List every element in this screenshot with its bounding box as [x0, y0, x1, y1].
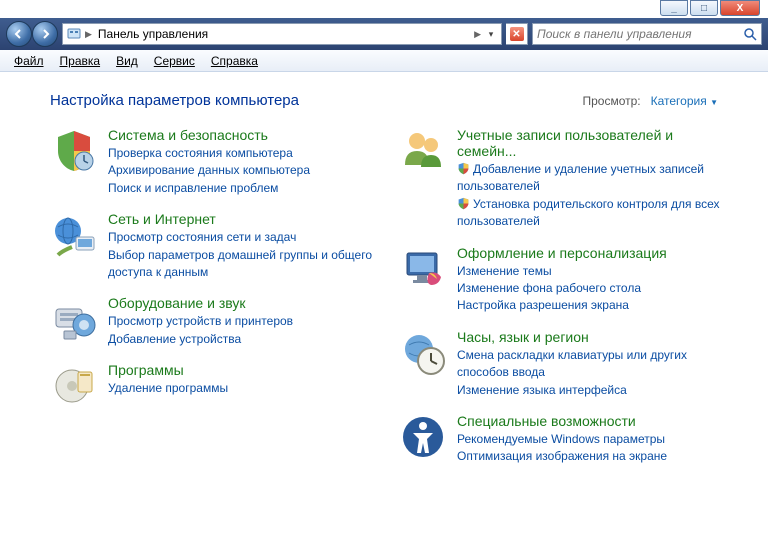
navigation-bar: ▶ Панель управления ▶ ▾ ✕: [0, 18, 768, 50]
breadcrumb-separator[interactable]: ▶: [472, 29, 483, 40]
control-panel-icon: [65, 25, 83, 43]
category-link[interactable]: Изменение фона рабочего стола: [457, 280, 728, 297]
ico-system-icon[interactable]: [50, 127, 98, 175]
category-link[interactable]: Изменение темы: [457, 263, 728, 280]
category-link[interactable]: Добавление устройства: [108, 331, 379, 348]
arrow-left-icon: [13, 28, 25, 40]
uac-shield-icon: [457, 162, 470, 175]
maximize-button[interactable]: □: [690, 0, 718, 16]
ico-users-icon[interactable]: [399, 127, 447, 175]
menu-file[interactable]: Файл: [6, 52, 52, 70]
category-title[interactable]: Система и безопасность: [108, 127, 379, 143]
category-block: Часы, язык и регион Смена раскладки клави…: [399, 329, 728, 399]
search-icon[interactable]: [743, 27, 757, 41]
category-block: Система и безопасность Проверка состояния…: [50, 127, 379, 197]
category-link[interactable]: Установка родительского контроля для все…: [457, 196, 728, 231]
ico-hardware-icon[interactable]: [50, 295, 98, 343]
category-title[interactable]: Оформление и персонализация: [457, 245, 728, 261]
ico-network-icon[interactable]: [50, 211, 98, 259]
category-title[interactable]: Часы, язык и регион: [457, 329, 728, 345]
category-link[interactable]: Удаление программы: [108, 380, 379, 397]
category-link[interactable]: Архивирование данных компьютера: [108, 162, 379, 179]
search-input[interactable]: [537, 27, 743, 41]
category-link[interactable]: Просмотр устройств и принтеров: [108, 313, 379, 330]
category-link[interactable]: Смена раскладки клавиатуры или других сп…: [457, 347, 728, 382]
close-button[interactable]: X: [720, 0, 760, 16]
refresh-stop-button[interactable]: ✕: [506, 23, 528, 45]
ico-clock-icon[interactable]: [399, 329, 447, 377]
category-block: Учетные записи пользователей и семейн...…: [399, 127, 728, 231]
address-bar[interactable]: ▶ Панель управления ▶ ▾: [62, 23, 502, 45]
category-title[interactable]: Специальные возможности: [457, 413, 728, 429]
ico-personalize-icon[interactable]: [399, 245, 447, 293]
stop-x-icon: ✕: [510, 27, 524, 41]
category-link[interactable]: Просмотр состояния сети и задач: [108, 229, 379, 246]
category-link[interactable]: Настройка разрешения экрана: [457, 297, 728, 314]
address-dropdown[interactable]: ▾: [483, 29, 499, 40]
category-title[interactable]: Программы: [108, 362, 379, 378]
chevron-down-icon: ▼: [710, 98, 718, 107]
category-title[interactable]: Учетные записи пользователей и семейн...: [457, 127, 728, 159]
menu-view[interactable]: Вид: [108, 52, 146, 70]
category-link[interactable]: Добавление и удаление учетных записей по…: [457, 161, 728, 196]
ico-access-icon[interactable]: [399, 413, 447, 461]
category-title[interactable]: Оборудование и звук: [108, 295, 379, 311]
category-block: Оборудование и звук Просмотр устройств и …: [50, 295, 379, 348]
category-link[interactable]: Рекомендуемые Windows параметры: [457, 431, 728, 448]
view-by-selector[interactable]: Просмотр: Категория ▼: [582, 94, 718, 108]
back-button[interactable]: [6, 21, 32, 47]
category-link[interactable]: Проверка состояния компьютера: [108, 145, 379, 162]
category-block: Сеть и Интернет Просмотр состояния сети и…: [50, 211, 379, 281]
category-block: Программы Удаление программы: [50, 362, 379, 410]
category-title[interactable]: Сеть и Интернет: [108, 211, 379, 227]
category-link[interactable]: Оптимизация изображения на экране: [457, 448, 728, 465]
content-area: Настройка параметров компьютера Просмотр…: [0, 72, 768, 533]
menu-help[interactable]: Справка: [203, 52, 266, 70]
category-link[interactable]: Изменение языка интерфейса: [457, 382, 728, 399]
menu-bar: Файл Правка Вид Сервис Справка: [0, 50, 768, 72]
category-link[interactable]: Выбор параметров домашней группы и общег…: [108, 247, 379, 282]
uac-shield-icon: [457, 197, 470, 210]
breadcrumb-location[interactable]: Панель управления: [94, 27, 472, 41]
menu-tools[interactable]: Сервис: [146, 52, 203, 70]
category-link[interactable]: Поиск и исправление проблем: [108, 180, 379, 197]
menu-edit[interactable]: Правка: [52, 52, 109, 70]
minimize-button[interactable]: _: [660, 0, 688, 16]
category-block: Оформление и персонализация Изменение тем…: [399, 245, 728, 315]
search-box[interactable]: [532, 23, 762, 45]
page-title: Настройка параметров компьютера: [50, 92, 299, 109]
category-block: Специальные возможности Рекомендуемые Win…: [399, 413, 728, 466]
ico-programs-icon[interactable]: [50, 362, 98, 410]
arrow-right-icon: [39, 28, 51, 40]
forward-button[interactable]: [32, 21, 58, 47]
breadcrumb-separator[interactable]: ▶: [83, 29, 94, 40]
